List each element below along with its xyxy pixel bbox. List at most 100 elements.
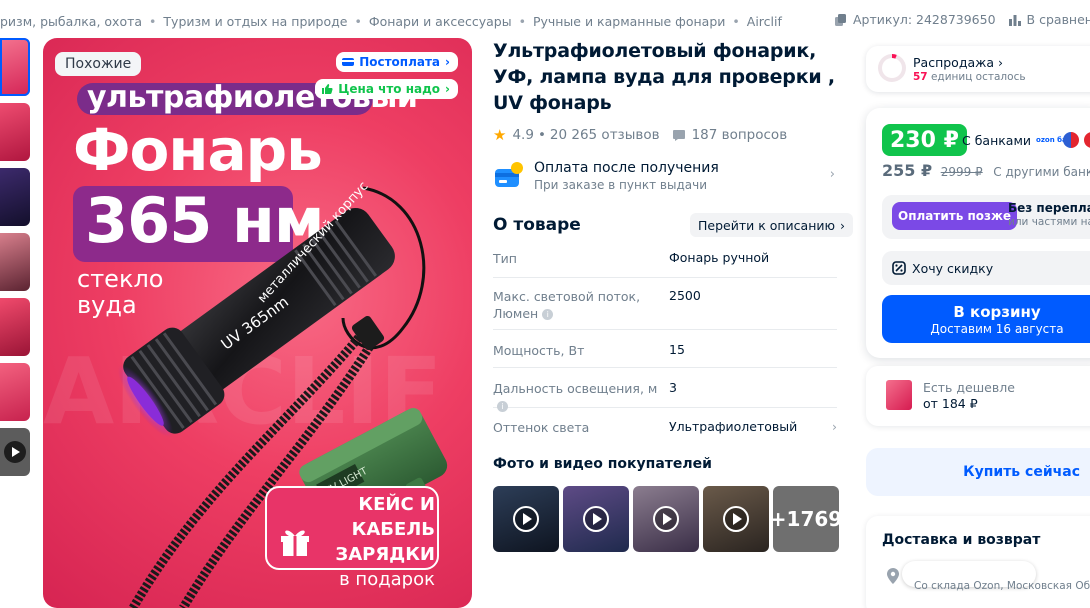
play-icon xyxy=(583,506,609,532)
pay-later-block: Оплатить позже Без переплат или частями … xyxy=(882,195,1090,239)
price-other: 255 ₽ xyxy=(882,161,933,180)
star-icon: ★ xyxy=(493,126,507,144)
customer-video[interactable] xyxy=(703,486,769,552)
info-icon[interactable]: i xyxy=(542,309,554,320)
card-icon xyxy=(342,58,355,66)
spec-row: Макс. световой поток, Люмен i 2500 xyxy=(493,278,837,330)
rating-value: 4.9 xyxy=(512,127,534,143)
play-icon xyxy=(723,506,749,532)
spec-key: Дальность освещения, м i xyxy=(493,380,669,412)
play-icon xyxy=(513,506,539,532)
price-old: 2999 ₽ xyxy=(940,165,983,179)
price-with-bank[interactable]: 230 ₽ xyxy=(882,124,967,156)
cheaper-offer-thumbnail xyxy=(886,380,912,410)
with-banks[interactable]: С банками ozon банк xyxy=(962,132,1090,148)
postpay-badge[interactable]: Постоплата › xyxy=(336,52,458,72)
cheaper-offer-card[interactable]: Есть дешевле от 184 ₽ xyxy=(866,366,1090,426)
similar-button[interactable]: Похожие xyxy=(55,52,142,76)
breadcrumb-item[interactable]: ризм, рыбалка, охота xyxy=(0,14,142,29)
customer-video[interactable] xyxy=(563,486,629,552)
spec-key-text: Макс. световой поток, Люмен xyxy=(493,289,641,321)
chevron-right-icon: › xyxy=(832,419,837,434)
want-discount-label: Хочу скидку xyxy=(912,260,994,276)
rating-row[interactable]: ★ 4.9 • 20 265 отзывов 187 вопросов xyxy=(493,126,787,144)
spec-row[interactable]: Оттенок света Ультрафиолетовый › xyxy=(493,408,837,444)
thumbnail[interactable] xyxy=(0,168,30,226)
gift-text: КЕЙС И КАБЕЛЬ ЗАРЯДКИ в подарок xyxy=(279,492,435,592)
add-to-cart-button[interactable]: В корзину Доставим 16 августа xyxy=(882,295,1090,343)
video-thumbnail[interactable] xyxy=(0,428,30,476)
bank-icon xyxy=(1084,132,1090,148)
customer-video[interactable] xyxy=(493,486,559,552)
copy-icon xyxy=(835,13,846,26)
more-photos-button[interactable]: +1769 xyxy=(773,486,839,552)
spec-key: Макс. световой поток, Люмен i xyxy=(493,288,669,329)
main-product-image[interactable]: AIRCLIF ультрафиолетовый Фонарь 365 нм с… xyxy=(43,38,472,608)
cheaper-label: Есть дешевле xyxy=(923,380,1015,395)
spec-value: 3 xyxy=(669,380,677,395)
thumbnail[interactable] xyxy=(0,363,30,421)
price-other-banks: 255 ₽ 2999 ₽ С другими банками xyxy=(882,161,1090,180)
bank-icon xyxy=(1063,132,1080,148)
cart-delivery-date: Доставим 16 августа xyxy=(930,322,1064,336)
spec-key: Тип xyxy=(493,251,517,266)
spec-key-text: Дальность освещения, м xyxy=(493,381,658,396)
spec-row: Дальность освещения, м i 3 xyxy=(493,368,837,412)
about-title: О товаре xyxy=(493,215,581,235)
reviews-count[interactable]: 20 265 отзывов xyxy=(550,127,660,143)
good-price-badge[interactable]: Цена что надо › xyxy=(315,79,458,99)
thumbs-up-icon xyxy=(322,84,333,94)
pay-later-subtitle: или частями на xyxy=(1008,216,1090,228)
compare-icon xyxy=(1008,14,1021,26)
dot-separator: • xyxy=(537,127,546,143)
payment-after-delivery[interactable]: Оплата после получения При заказе в пунк… xyxy=(493,156,837,196)
breadcrumb-item[interactable]: Ручные и карманные фонари xyxy=(533,14,725,29)
question-icon xyxy=(672,130,685,141)
product-title: Ультрафиолетовый фонарик, УФ, лампа вуда… xyxy=(493,40,835,114)
cheaper-price: от 184 ₽ xyxy=(923,396,978,411)
discount-icon xyxy=(892,261,906,275)
breadcrumb-separator: • xyxy=(354,13,362,29)
sale-card[interactable]: Распродажа › 57 единиц осталось xyxy=(866,46,1090,92)
breadcrumb-separator: • xyxy=(149,13,157,29)
breadcrumb-item[interactable]: Туризм и отдых на природе xyxy=(163,14,347,29)
delivery-title: Доставка и возврат xyxy=(882,532,1041,548)
buy-now-button[interactable]: Купить сейчас xyxy=(866,448,1090,496)
wallet-card-icon xyxy=(495,162,523,187)
questions-count[interactable]: 187 вопросов xyxy=(692,127,788,143)
thumbnail[interactable] xyxy=(0,298,30,356)
breadcrumb-item[interactable]: Airclif xyxy=(747,14,782,29)
want-discount-button[interactable]: Хочу скидку xyxy=(882,251,1090,285)
spec-value: 15 xyxy=(669,342,685,357)
sale-title-text: Распродажа xyxy=(913,55,995,70)
sale-count: 57 xyxy=(913,71,928,83)
article-number[interactable]: Артикул: 2428739650 xyxy=(834,12,996,27)
thumbnail[interactable] xyxy=(0,103,30,161)
specs-table: Тип Фонарь ручной Макс. световой поток, … xyxy=(493,240,837,444)
payment-title: Оплата после получения xyxy=(534,160,719,176)
sale-title: Распродажа › xyxy=(913,55,1003,70)
customer-photos-title: Фото и видео покупателей xyxy=(493,456,712,472)
breadcrumb-item[interactable]: Фонари и аксессуары xyxy=(369,14,512,29)
thumbnail-strip xyxy=(0,38,31,483)
location-pin-icon xyxy=(887,568,899,584)
pay-later-button[interactable]: Оплатить позже xyxy=(892,202,1018,230)
breadcrumb-separator: • xyxy=(518,13,526,29)
to-description-button[interactable]: Перейти к описанию › xyxy=(690,213,854,237)
payment-text: Оплата после получения При заказе в пунк… xyxy=(534,160,719,192)
sale-left-text: единиц осталось xyxy=(930,71,1026,83)
customer-video[interactable] xyxy=(633,486,699,552)
info-icon[interactable]: i xyxy=(497,401,508,412)
play-icon xyxy=(4,441,26,463)
article-label: Артикул: 2428739650 xyxy=(853,12,996,27)
pay-later-title: Без переплат xyxy=(1008,201,1090,215)
spec-value: 2500 xyxy=(669,288,701,303)
chevron-right-icon: › xyxy=(840,217,846,233)
compare-button[interactable]: В сравнение xyxy=(1008,12,1090,27)
thumbnail[interactable] xyxy=(0,233,30,291)
chevron-right-icon: › xyxy=(998,55,1004,70)
other-banks-label: С другими банками xyxy=(993,165,1090,179)
ozon-bank-logo: ozon банк xyxy=(1036,135,1077,144)
sale-remaining: 57 единиц осталось xyxy=(913,71,1026,83)
thumbnail[interactable] xyxy=(0,38,30,96)
